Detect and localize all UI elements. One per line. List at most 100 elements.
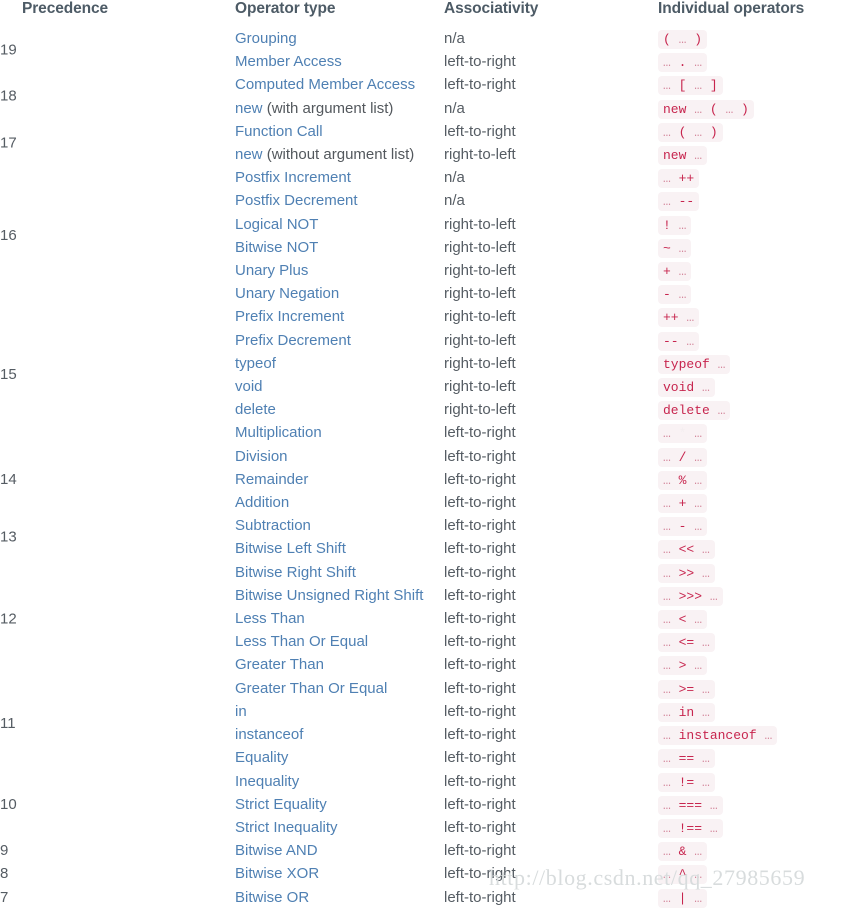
table-row: Greater Than left-to-right … > … — [0, 653, 846, 676]
individual-operator-cell: … -- — [658, 189, 846, 212]
precedence-value: 19 — [0, 41, 17, 59]
precedence-cell — [0, 50, 235, 73]
individual-operator-cell: … - … — [658, 514, 846, 537]
operator-type-link[interactable]: Less Than Or Equal — [235, 633, 368, 650]
individual-operator-cell: … / … — [658, 445, 846, 468]
operator-type-link[interactable]: Inequality — [235, 773, 299, 790]
precedence-cell: 18 — [0, 73, 235, 105]
column-header-operator-type: Operator type — [235, 0, 336, 17]
individual-operator-cell: -- … — [658, 329, 846, 352]
associativity-cell: n/a — [444, 169, 465, 187]
table-row: new (without argument list) right-to-left… — [0, 143, 846, 166]
associativity-cell: right-to-left — [444, 308, 516, 326]
table-row: 7 Bitwise OR left-to-right … | … — [0, 886, 846, 909]
operator-type-link[interactable]: Bitwise Right Shift — [235, 564, 356, 581]
table-row: 14 Division left-to-right … / … — [0, 445, 846, 488]
operator-type-link[interactable]: new — [235, 146, 263, 163]
operator-code: … - … — [658, 517, 708, 537]
associativity-cell: left-to-right — [444, 726, 516, 744]
table-row: Bitwise Unsigned Right Shift left-to-righ… — [0, 584, 846, 607]
operator-code: … < … — [658, 610, 708, 630]
operator-code: … === … — [658, 795, 723, 815]
individual-operator-cell: … * … — [658, 421, 846, 444]
operator-type-link[interactable]: Remainder — [235, 471, 308, 488]
precedence-cell: 7 — [0, 888, 9, 906]
operator-type-link[interactable]: Unary Plus — [235, 262, 308, 279]
table-row: Postfix Decrement n/a … -- — [0, 189, 846, 212]
associativity-cell: left-to-right — [444, 656, 516, 674]
precedence-cell: 13 — [0, 514, 235, 546]
operator-type-link[interactable]: Bitwise NOT — [235, 239, 318, 256]
individual-operator-cell: new … ( … ) — [658, 97, 846, 120]
table-row: 18 Computed Member Access left-to-right … [… — [0, 73, 846, 105]
operator-type-link[interactable]: Greater Than — [235, 656, 324, 673]
operator-type-link[interactable]: Postfix Increment — [235, 169, 351, 186]
associativity-cell: left-to-right — [444, 888, 516, 906]
individual-operator-cell: … + … — [658, 491, 846, 514]
operator-type-link[interactable]: Logical NOT — [235, 216, 318, 233]
operator-type-cell: Greater Than Or Equal — [235, 677, 444, 700]
operator-type-link[interactable]: Strict Equality — [235, 796, 327, 813]
operator-type-link[interactable]: Function Call — [235, 123, 323, 140]
operator-type-link[interactable]: Subtraction — [235, 517, 311, 534]
precedence-cell — [0, 421, 235, 444]
table-row: Unary Plus right-to-left + … — [0, 259, 846, 282]
operator-code: … -- — [658, 192, 700, 212]
operator-code: … <= … — [658, 633, 715, 653]
individual-operator-cell: … >= … — [658, 677, 846, 700]
operator-type-link[interactable]: typeof — [235, 355, 276, 372]
table-row: Less Than Or Equal left-to-right … <= … — [0, 630, 846, 653]
associativity-cell: left-to-right — [444, 818, 516, 836]
operator-code: … >>> … — [658, 586, 723, 606]
operator-type-cell: Grouping — [235, 27, 444, 50]
operator-type-link[interactable]: void — [235, 378, 263, 395]
operator-type-link[interactable]: delete — [235, 401, 276, 418]
precedence-cell: 12 — [0, 561, 235, 627]
table-row: 9 Bitwise AND left-to-right … & … — [0, 839, 846, 862]
associativity-cell: n/a — [444, 99, 465, 117]
operator-type-cell: Strict Inequality — [235, 816, 444, 839]
individual-operator-cell: void … — [658, 375, 846, 398]
associativity-cell: left-to-right — [444, 470, 516, 488]
operator-type-link[interactable]: Bitwise Left Shift — [235, 540, 346, 557]
operator-type-link[interactable]: Equality — [235, 749, 288, 766]
operator-type-link[interactable]: Bitwise AND — [235, 842, 318, 859]
precedence-cell — [0, 468, 235, 491]
operator-type-link[interactable]: Addition — [235, 494, 289, 511]
associativity-cell: right-to-left — [444, 262, 516, 280]
operator-type-link[interactable]: Bitwise Unsigned Right Shift — [235, 587, 423, 604]
operator-type-link[interactable]: new — [235, 100, 263, 117]
operator-type-link[interactable]: Division — [235, 448, 288, 465]
operator-type-link[interactable]: in — [235, 703, 247, 720]
table-row: Equality left-to-right … == … — [0, 746, 846, 769]
operator-type-link[interactable]: instanceof — [235, 726, 303, 743]
operator-type-link[interactable]: Computed Member Access — [235, 76, 415, 93]
operator-type-link[interactable]: Prefix Increment — [235, 308, 344, 325]
associativity-cell: left-to-right — [444, 679, 516, 697]
table-row: new (with argument list) n/a new … ( … ) — [0, 97, 846, 120]
operator-type-link[interactable]: Grouping — [235, 30, 297, 47]
table-body: 19 Grouping n/a ( … ) Member Access left-to-r… — [0, 27, 846, 909]
precedence-cell — [0, 746, 235, 769]
associativity-cell: left-to-right — [444, 494, 516, 512]
operator-type-link[interactable]: Unary Negation — [235, 285, 339, 302]
operator-type-cell: Multiplication — [235, 421, 444, 444]
operator-type-link[interactable]: Bitwise XOR — [235, 865, 319, 882]
operator-type-link[interactable]: Strict Inequality — [235, 819, 338, 836]
operator-type-cell: typeof — [235, 352, 444, 375]
operator-type-link[interactable]: Prefix Decrement — [235, 332, 351, 349]
individual-operator-cell: … !== … — [658, 816, 846, 839]
individual-operator-cell: ~ … — [658, 236, 846, 259]
precedence-cell — [0, 607, 235, 630]
operator-type-link[interactable]: Less Than — [235, 610, 305, 627]
precedence-cell: 16 — [0, 166, 235, 244]
operator-type-link[interactable]: Bitwise OR — [235, 889, 309, 906]
precedence-cell: 9 — [0, 842, 9, 860]
operator-type-link[interactable]: Postfix Decrement — [235, 192, 358, 209]
precedence-value: 13 — [0, 528, 17, 546]
associativity-cell: left-to-right — [444, 76, 516, 94]
operator-type-link[interactable]: Greater Than Or Equal — [235, 680, 387, 697]
operator-type-link[interactable]: Multiplication — [235, 424, 322, 441]
individual-operator-cell: ++ … — [658, 305, 846, 328]
operator-type-link[interactable]: Member Access — [235, 53, 342, 70]
